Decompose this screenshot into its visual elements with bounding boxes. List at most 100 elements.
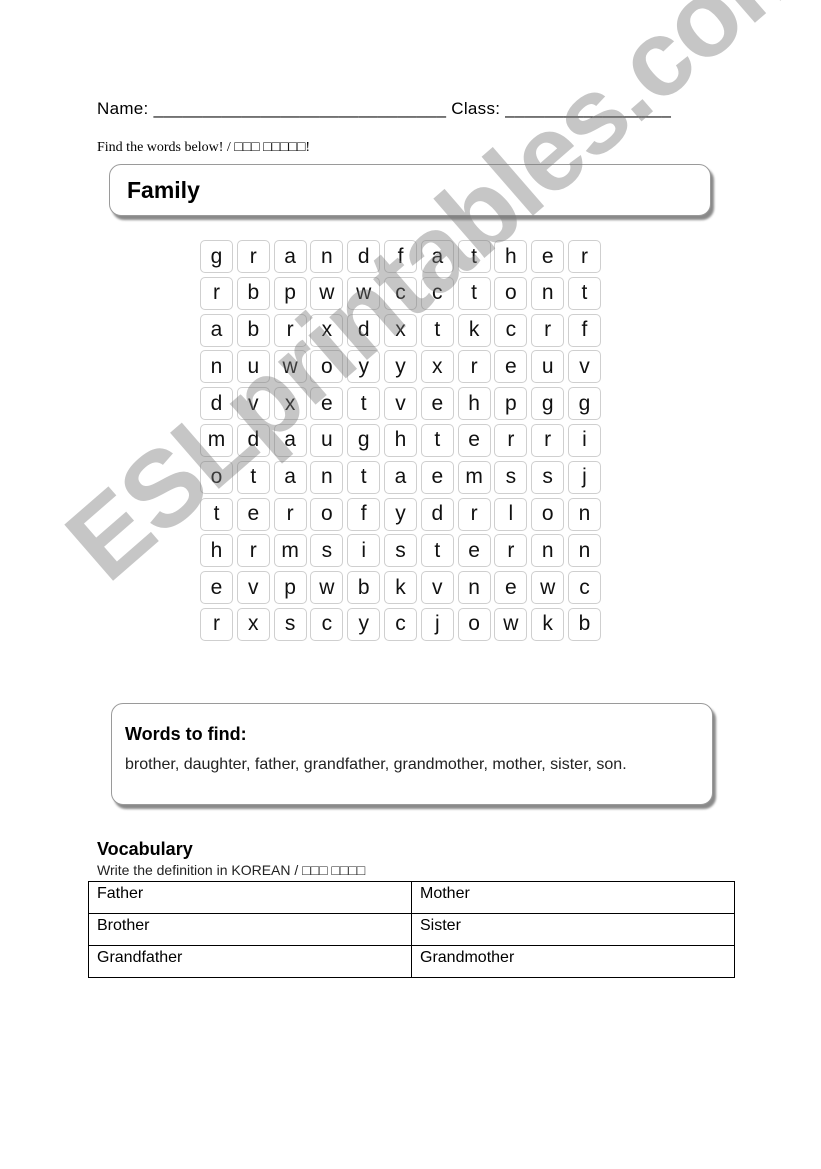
grid-cell[interactable]: b	[567, 607, 601, 641]
grid-cell[interactable]: n	[200, 350, 233, 384]
grid-cell[interactable]: w	[310, 571, 344, 605]
grid-cell[interactable]: e	[420, 387, 454, 421]
grid-cell[interactable]: v	[383, 387, 417, 421]
grid-cell[interactable]: h	[494, 240, 528, 273]
grid-cell[interactable]: d	[200, 387, 233, 421]
grid-cell[interactable]: c	[420, 276, 454, 310]
grid-cell[interactable]: j	[567, 460, 601, 494]
grid-cell[interactable]: j	[420, 607, 454, 641]
grid-cell[interactable]: n	[567, 534, 601, 568]
grid-cell[interactable]: r	[531, 313, 565, 347]
grid-cell[interactable]: i	[567, 423, 601, 457]
grid-cell[interactable]: r	[273, 497, 307, 531]
grid-cell[interactable]: t	[347, 460, 381, 494]
grid-cell[interactable]: y	[383, 350, 417, 384]
grid-cell[interactable]: c	[310, 607, 344, 641]
grid-cell[interactable]: w	[494, 607, 528, 641]
grid-cell[interactable]: y	[347, 607, 381, 641]
grid-cell[interactable]: h	[200, 534, 233, 568]
grid-cell[interactable]: e	[420, 460, 454, 494]
grid-cell[interactable]: t	[457, 240, 491, 273]
grid-cell[interactable]: o	[531, 497, 565, 531]
grid-cell[interactable]: n	[457, 571, 491, 605]
grid-cell[interactable]: r	[457, 350, 491, 384]
grid-cell[interactable]: e	[457, 423, 491, 457]
grid-cell[interactable]: m	[273, 534, 307, 568]
grid-cell[interactable]: u	[310, 423, 344, 457]
grid-cell[interactable]: s	[310, 534, 344, 568]
grid-cell[interactable]: t	[347, 387, 381, 421]
grid-cell[interactable]: r	[457, 497, 491, 531]
vocab-cell[interactable]: Grandmother	[411, 945, 735, 978]
grid-cell[interactable]: a	[273, 423, 307, 457]
vocab-cell[interactable]: Brother	[88, 913, 412, 946]
grid-cell[interactable]: n	[531, 276, 565, 310]
grid-cell[interactable]: h	[383, 423, 417, 457]
grid-cell[interactable]: c	[383, 607, 417, 641]
grid-cell[interactable]: i	[347, 534, 381, 568]
grid-cell[interactable]: c	[494, 313, 528, 347]
grid-cell[interactable]: d	[347, 313, 381, 347]
grid-cell[interactable]: b	[347, 571, 381, 605]
grid-cell[interactable]: x	[420, 350, 454, 384]
grid-cell[interactable]: n	[310, 240, 344, 273]
grid-cell[interactable]: e	[457, 534, 491, 568]
grid-cell[interactable]: r	[273, 313, 307, 347]
grid-cell[interactable]: e	[310, 387, 344, 421]
grid-cell[interactable]: d	[347, 240, 381, 273]
grid-cell[interactable]: w	[347, 276, 381, 310]
grid-cell[interactable]: v	[236, 387, 270, 421]
grid-cell[interactable]: n	[531, 534, 565, 568]
grid-cell[interactable]: e	[236, 497, 270, 531]
grid-cell[interactable]: o	[310, 497, 344, 531]
grid-cell[interactable]: e	[494, 571, 528, 605]
grid-cell[interactable]: t	[457, 276, 491, 310]
grid-cell[interactable]: e	[494, 350, 528, 384]
grid-cell[interactable]: p	[273, 276, 307, 310]
grid-cell[interactable]: a	[273, 460, 307, 494]
grid-cell[interactable]: r	[494, 534, 528, 568]
grid-cell[interactable]: t	[420, 534, 454, 568]
grid-cell[interactable]: v	[236, 571, 270, 605]
grid-cell[interactable]: y	[347, 350, 381, 384]
grid-cell[interactable]: t	[200, 497, 233, 531]
grid-cell[interactable]: s	[494, 460, 528, 494]
vocab-cell[interactable]: Grandfather	[88, 945, 412, 978]
grid-cell[interactable]: t	[236, 460, 270, 494]
grid-cell[interactable]: l	[494, 497, 528, 531]
grid-cell[interactable]: g	[200, 240, 233, 273]
grid-cell[interactable]: f	[347, 497, 381, 531]
grid-cell[interactable]: o	[457, 607, 491, 641]
grid-cell[interactable]: b	[236, 276, 270, 310]
grid-cell[interactable]: a	[420, 240, 454, 273]
vocab-cell[interactable]: Father	[88, 881, 412, 914]
vocab-cell[interactable]: Sister	[411, 913, 735, 946]
grid-cell[interactable]: n	[567, 497, 601, 531]
grid-cell[interactable]: e	[200, 571, 233, 605]
grid-cell[interactable]: c	[383, 276, 417, 310]
grid-cell[interactable]: p	[494, 387, 528, 421]
grid-cell[interactable]: r	[494, 423, 528, 457]
grid-cell[interactable]: r	[236, 534, 270, 568]
grid-cell[interactable]: x	[273, 387, 307, 421]
grid-cell[interactable]: x	[310, 313, 344, 347]
grid-cell[interactable]: s	[273, 607, 307, 641]
grid-cell[interactable]: g	[347, 423, 381, 457]
grid-cell[interactable]: t	[567, 276, 601, 310]
grid-cell[interactable]: u	[531, 350, 565, 384]
grid-cell[interactable]: u	[236, 350, 270, 384]
grid-cell[interactable]: f	[567, 313, 601, 347]
grid-cell[interactable]: m	[200, 423, 233, 457]
vocab-cell[interactable]: Mother	[411, 881, 735, 914]
grid-cell[interactable]: a	[273, 240, 307, 273]
grid-cell[interactable]: x	[236, 607, 270, 641]
grid-cell[interactable]: k	[383, 571, 417, 605]
grid-cell[interactable]: s	[531, 460, 565, 494]
grid-cell[interactable]: x	[383, 313, 417, 347]
grid-cell[interactable]: t	[420, 313, 454, 347]
grid-cell[interactable]: t	[420, 423, 454, 457]
grid-cell[interactable]: d	[236, 423, 270, 457]
grid-cell[interactable]: e	[531, 240, 565, 273]
grid-cell[interactable]: y	[383, 497, 417, 531]
grid-cell[interactable]: r	[236, 240, 270, 273]
